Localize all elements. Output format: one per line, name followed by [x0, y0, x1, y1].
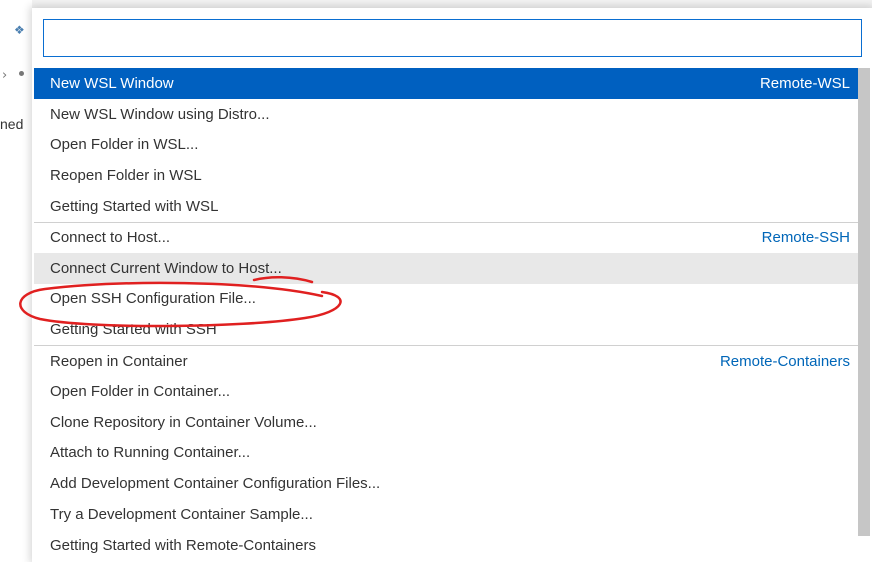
- list-item-getting-started-containers[interactable]: Getting Started with Remote-Containers: [34, 530, 858, 561]
- list-item-label: Attach to Running Container...: [50, 444, 251, 462]
- list-item-label: Connect to Host...: [50, 229, 171, 247]
- command-input-container[interactable]: [43, 19, 862, 57]
- list-item-try-dev-container-sample[interactable]: Try a Development Container Sample...: [34, 499, 858, 530]
- list-item-clone-repo-volume[interactable]: Clone Repository in Container Volume...: [34, 407, 858, 438]
- list-item-connect-to-host[interactable]: Connect to Host... Remote-SSH: [34, 221, 858, 253]
- list-scrollbar[interactable]: [858, 68, 870, 536]
- command-input[interactable]: [44, 20, 861, 56]
- list-item-label: Open SSH Configuration File...: [50, 290, 256, 308]
- editor-top-bar: [0, 0, 872, 8]
- list-item-label: Add Development Container Configuration …: [50, 475, 381, 493]
- list-item-label: Clone Repository in Container Volume...: [50, 413, 317, 431]
- list-item-connect-current-window[interactable]: Connect Current Window to Host...: [34, 252, 858, 284]
- list-item-label: Try a Development Container Sample...: [50, 506, 313, 524]
- group-label: Remote-WSL: [759, 74, 850, 92]
- list-item-label: Getting Started with SSH: [50, 321, 217, 339]
- list-item-getting-started-ssh[interactable]: Getting Started with SSH: [34, 314, 858, 345]
- chevron-right-icon[interactable]: ›: [2, 68, 7, 83]
- list-item-label: New WSL Window using Distro...: [50, 105, 270, 123]
- list-item-reopen-in-container[interactable]: Reopen in Container Remote-Containers: [34, 345, 858, 376]
- list-item-getting-started-wsl[interactable]: Getting Started with WSL: [34, 191, 858, 222]
- list-item-open-folder-wsl[interactable]: Open Folder in WSL...: [34, 130, 858, 161]
- group-label: Remote-SSH: [761, 229, 850, 247]
- command-list: New WSL Window Remote-WSL New WSL Window…: [34, 68, 858, 561]
- list-item-new-wsl-window-distro[interactable]: New WSL Window using Distro...: [34, 99, 858, 130]
- list-item-label: Reopen Folder in WSL: [50, 167, 202, 185]
- editor-background: ❖ › ned: [0, 0, 32, 562]
- list-item-label: Getting Started with WSL: [50, 198, 219, 216]
- breadcrumb-dot-icon: [19, 71, 24, 76]
- list-item-label: Open Folder in Container...: [50, 382, 231, 400]
- truncated-editor-text: ned: [0, 116, 24, 132]
- command-palette: New WSL Window Remote-WSL New WSL Window…: [32, 8, 872, 562]
- list-item-attach-running-container[interactable]: Attach to Running Container...: [34, 438, 858, 469]
- file-icon: ❖: [14, 23, 25, 37]
- list-item-label: Connect Current Window to Host...: [50, 259, 282, 277]
- list-item-label: Open Folder in WSL...: [50, 136, 199, 154]
- list-item-new-wsl-window[interactable]: New WSL Window Remote-WSL: [34, 68, 858, 99]
- group-label: Remote-Containers: [719, 352, 850, 370]
- list-item-open-folder-container[interactable]: Open Folder in Container...: [34, 376, 858, 407]
- list-item-add-dev-container-config[interactable]: Add Development Container Configuration …: [34, 468, 858, 499]
- list-item-label: New WSL Window: [50, 74, 174, 92]
- list-item-label: Reopen in Container: [50, 352, 188, 370]
- list-item-reopen-folder-wsl[interactable]: Reopen Folder in WSL: [34, 160, 858, 191]
- list-item-label: Getting Started with Remote-Containers: [50, 536, 316, 554]
- list-item-open-ssh-config[interactable]: Open SSH Configuration File...: [34, 284, 858, 315]
